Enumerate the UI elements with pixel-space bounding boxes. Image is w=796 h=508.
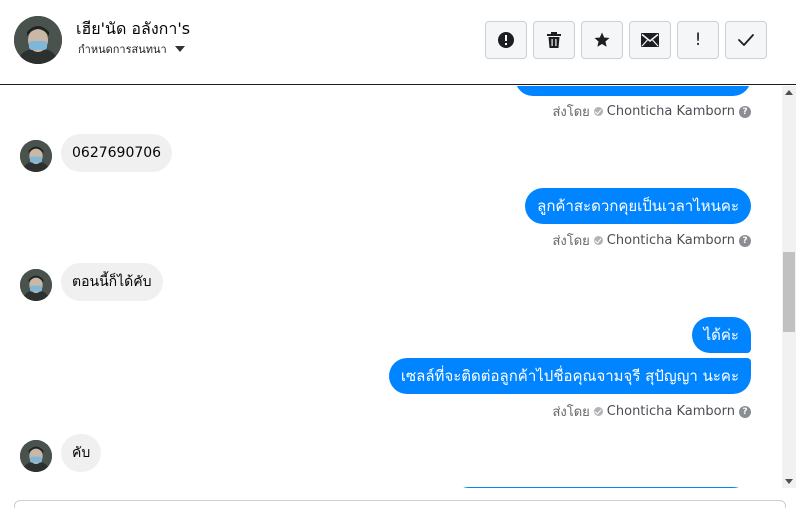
incoming-message[interactable]: ตอนนี้ก็ได้คับ	[61, 263, 163, 301]
mark-done-button[interactable]	[725, 21, 767, 59]
agent-name[interactable]: Chonticha Kamborn	[607, 233, 735, 248]
trash-icon	[546, 31, 562, 49]
scroll-up-arrow-icon[interactable]	[785, 90, 793, 95]
exclamation-icon: !	[694, 29, 702, 50]
sender-avatar[interactable]	[20, 140, 52, 172]
follow-up-button[interactable]: !	[677, 21, 719, 59]
checkmark-icon	[737, 33, 755, 47]
help-icon[interactable]: ?	[739, 105, 751, 118]
conversation-settings-label: กำหนดการสนทนา	[78, 43, 167, 56]
message-scrollbar[interactable]	[782, 86, 796, 488]
sent-by-label: ส่งโดย	[552, 405, 590, 420]
contact-avatar[interactable]	[14, 16, 62, 64]
verified-check-icon	[593, 407, 603, 416]
conversation-settings-dropdown[interactable]: กำหนดการสนทนา	[78, 40, 185, 58]
conversation-header: เฮีย'นัด อลังกา's กำหนดการสนทนา !	[0, 0, 796, 85]
verified-check-icon	[593, 236, 603, 245]
outgoing-message[interactable]: เซลล์ที่จะติดต่อลูกค้าไปชื่อคุณจามจุรี ส…	[388, 358, 751, 394]
agent-name[interactable]: Chonticha Kamborn	[607, 404, 735, 419]
sent-by-label: ส่งโดย	[552, 105, 590, 120]
envelope-icon	[641, 33, 659, 47]
message-thread[interactable]: ส่งโดย Chonticha Kamborn ? 0627690706 ลู…	[0, 86, 782, 488]
incoming-message[interactable]: คับ	[61, 434, 102, 472]
scroll-thumb[interactable]	[783, 252, 795, 332]
sent-by-line: ส่งโดย Chonticha Kamborn ?	[552, 101, 751, 122]
outgoing-message[interactable]: ลูกค้าสะดวกคุยเป็นเวลาไหนคะ	[525, 188, 751, 224]
outgoing-message[interactable]: ได้ค่ะ	[691, 317, 751, 353]
outgoing-message-partial[interactable]	[515, 86, 751, 96]
star-button[interactable]	[581, 21, 623, 59]
outgoing-message-partial[interactable]	[451, 487, 751, 488]
verified-check-icon	[593, 107, 603, 116]
delete-button[interactable]	[533, 21, 575, 59]
mark-unread-button[interactable]	[629, 21, 671, 59]
message-composer[interactable]	[14, 500, 786, 508]
help-icon[interactable]: ?	[739, 405, 751, 418]
sent-by-line: ส่งโดย Chonticha Kamborn ?	[552, 401, 751, 422]
conversation-toolbar: !	[485, 21, 767, 59]
mark-spam-button[interactable]	[485, 21, 527, 59]
sender-avatar[interactable]	[20, 440, 52, 472]
help-icon[interactable]: ?	[739, 234, 751, 247]
star-icon	[593, 31, 611, 49]
scroll-down-arrow-icon[interactable]	[785, 479, 793, 484]
sent-by-line: ส่งโดย Chonticha Kamborn ?	[552, 230, 751, 251]
sender-avatar[interactable]	[20, 269, 52, 301]
sent-by-label: ส่งโดย	[552, 234, 590, 249]
alert-circle-icon	[497, 31, 515, 49]
contact-name[interactable]: เฮีย'นัด อลังกา's	[76, 17, 190, 42]
agent-name[interactable]: Chonticha Kamborn	[607, 104, 735, 119]
caret-down-icon	[174, 46, 185, 52]
incoming-message[interactable]: 0627690706	[61, 134, 173, 172]
